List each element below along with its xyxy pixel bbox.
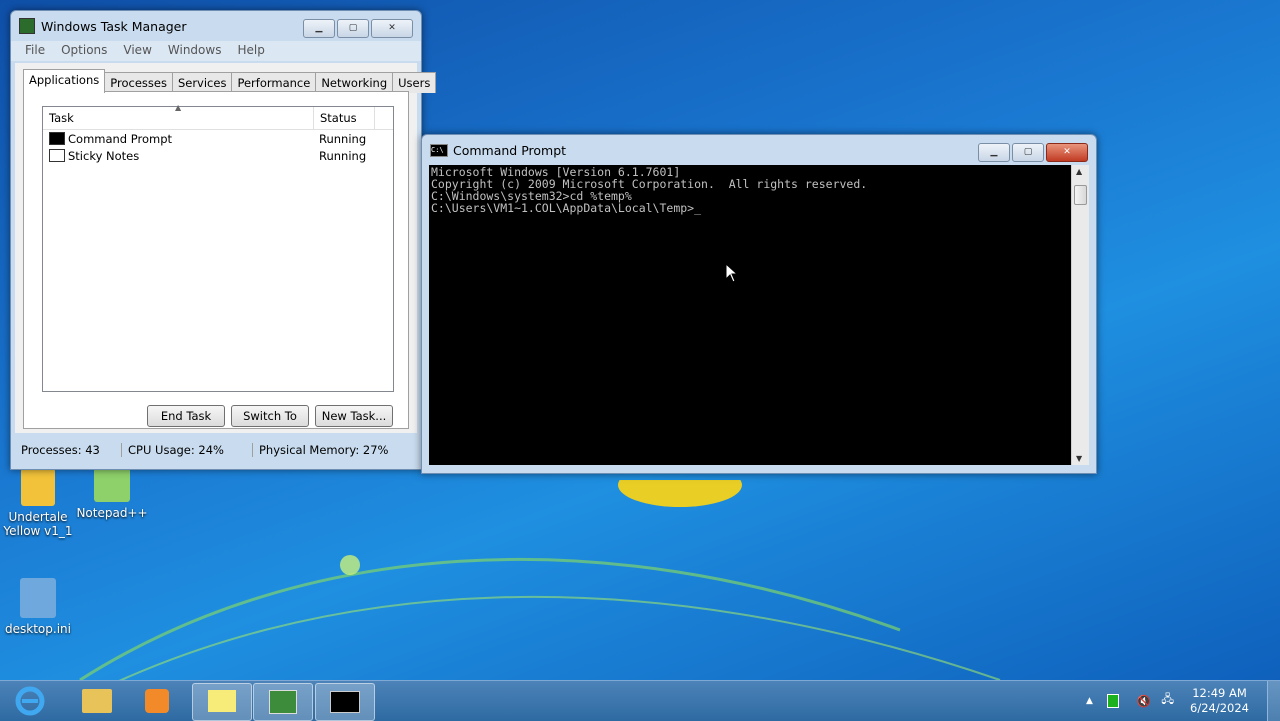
media-player-icon xyxy=(145,689,169,713)
status-bar: Processes: 43 CPU Usage: 24% Physical Me… xyxy=(15,435,417,465)
desktop-icon-notepadpp[interactable]: Notepad++ xyxy=(74,468,150,520)
taskbar: ▲ 🔇 🖧 12:49 AM 6/24/2024 xyxy=(0,680,1280,721)
task-list[interactable]: Task Status ▲ Command Prompt Running Sti… xyxy=(42,103,394,392)
cpu-usage: CPU Usage: 24% xyxy=(122,443,253,457)
settings-file-icon xyxy=(20,578,56,618)
task-name: Sticky Notes xyxy=(68,148,140,163)
task-status: Running xyxy=(319,131,367,146)
sticky-notes-icon xyxy=(208,690,236,712)
desktop-icon-label: Notepad++ xyxy=(76,506,148,520)
command-prompt-icon xyxy=(330,691,360,713)
show-hidden-icons-icon[interactable]: ▲ xyxy=(1086,696,1093,706)
clock-time: 12:49 AM xyxy=(1192,686,1247,700)
scrollbar-thumb[interactable] xyxy=(1074,185,1087,205)
task-manager-icon xyxy=(19,18,35,34)
task-name: Command Prompt xyxy=(68,131,173,146)
physical-memory: Physical Memory: 27% xyxy=(259,443,389,457)
tab-services[interactable]: Services xyxy=(171,72,233,93)
maximize-button[interactable]: ▢ xyxy=(337,19,369,38)
tab-users[interactable]: Users xyxy=(392,72,437,93)
tab-strip: Applications Processes Services Performa… xyxy=(23,69,437,93)
window-controls: ▁ ▢ ✕ xyxy=(978,143,1088,162)
menu-view[interactable]: View xyxy=(115,41,159,61)
tab-performance[interactable]: Performance xyxy=(231,72,317,93)
app-tray-icon[interactable] xyxy=(1106,694,1119,708)
tab-applications[interactable]: Applications xyxy=(23,69,106,93)
menu-options[interactable]: Options xyxy=(53,41,115,61)
task-manager-body: Applications Processes Services Performa… xyxy=(15,63,437,433)
notepadpp-icon xyxy=(94,468,130,502)
sort-arrow-icon: ▲ xyxy=(175,103,182,112)
table-row[interactable]: Sticky Notes Running xyxy=(43,147,393,164)
scroll-down-icon[interactable]: ▼ xyxy=(1076,454,1082,463)
switch-to-button[interactable]: Switch To xyxy=(231,405,309,427)
scroll-up-icon[interactable]: ▲ xyxy=(1076,167,1082,176)
new-task-button[interactable]: New Task... xyxy=(315,405,393,427)
maximize-button[interactable]: ▢ xyxy=(1012,143,1044,162)
windows-explorer-icon xyxy=(82,689,112,713)
close-button[interactable]: ✕ xyxy=(371,19,413,38)
network-icon[interactable]: 🖧 xyxy=(1161,692,1174,711)
cmd-icon xyxy=(49,132,65,145)
task-status: Running xyxy=(319,148,367,163)
command-prompt-icon: C:\ xyxy=(430,143,448,157)
minimize-button[interactable]: ▁ xyxy=(978,143,1010,162)
task-manager-window[interactable]: Windows Task Manager ▁ ▢ ✕ File Options … xyxy=(10,10,437,470)
window-title: Command Prompt xyxy=(453,142,567,158)
internet-explorer-icon xyxy=(15,686,45,716)
minimize-button[interactable]: ▁ xyxy=(303,19,335,38)
sticky-notes-icon xyxy=(49,149,65,162)
tab-networking[interactable]: Networking xyxy=(315,72,394,93)
console-output[interactable]: Microsoft Windows [Version 6.1.7601] Copy… xyxy=(429,165,1071,465)
folder-exe-icon xyxy=(21,468,55,506)
taskbar-command-prompt[interactable] xyxy=(315,683,375,721)
applications-panel: Task Status ▲ Command Prompt Running Sti… xyxy=(23,91,409,429)
processes-count: Processes: 43 xyxy=(15,443,122,457)
console-line: C:\Users\VM1~1.COL\AppData\Local\Temp>_ xyxy=(431,201,702,215)
desktop-icon-label: desktop.ini xyxy=(5,622,71,636)
taskbar-media-player[interactable] xyxy=(128,683,186,719)
window-title: Windows Task Manager xyxy=(41,18,187,34)
show-desktop-button[interactable] xyxy=(1267,681,1280,721)
taskbar-sticky-notes[interactable] xyxy=(192,683,252,721)
end-task-button[interactable]: End Task xyxy=(147,405,225,427)
start-button[interactable] xyxy=(14,685,54,717)
menu-windows[interactable]: Windows xyxy=(160,41,230,61)
task-manager-icon xyxy=(269,690,297,714)
desktop-icon-label: Yellow v1_1 xyxy=(3,524,73,538)
close-button[interactable]: ✕ xyxy=(1046,143,1088,162)
desktop-icon-undertale[interactable]: Undertale Yellow v1_1 xyxy=(0,468,76,538)
clock[interactable]: 12:49 AM 6/24/2024 xyxy=(1190,686,1249,716)
tab-processes[interactable]: Processes xyxy=(104,72,173,93)
mouse-cursor-icon xyxy=(725,263,739,283)
column-header-status[interactable]: Status xyxy=(314,107,375,129)
clock-date: 6/24/2024 xyxy=(1190,701,1249,715)
desktop-icon-desktop-ini[interactable]: desktop.ini xyxy=(0,578,76,636)
menu-bar: File Options View Windows Help xyxy=(11,41,421,61)
vertical-scrollbar[interactable]: ▲ ▼ xyxy=(1071,165,1089,465)
command-prompt-window[interactable]: C:\ Command Prompt ▁ ▢ ✕ Microsoft Windo… xyxy=(421,134,1097,474)
table-row[interactable]: Command Prompt Running xyxy=(43,130,393,147)
menu-file[interactable]: File xyxy=(17,41,53,61)
desktop-icon-label: Undertale xyxy=(8,510,68,524)
list-header: Task Status ▲ xyxy=(43,103,393,130)
system-tray: ▲ 🔇 🖧 12:49 AM 6/24/2024 xyxy=(1086,681,1280,721)
volume-muted-icon[interactable]: 🔇 xyxy=(1137,694,1151,708)
taskbar-task-manager[interactable] xyxy=(253,683,313,721)
window-controls: ▁ ▢ ✕ xyxy=(303,19,413,38)
menu-help[interactable]: Help xyxy=(229,41,272,61)
taskbar-explorer[interactable] xyxy=(68,683,126,719)
